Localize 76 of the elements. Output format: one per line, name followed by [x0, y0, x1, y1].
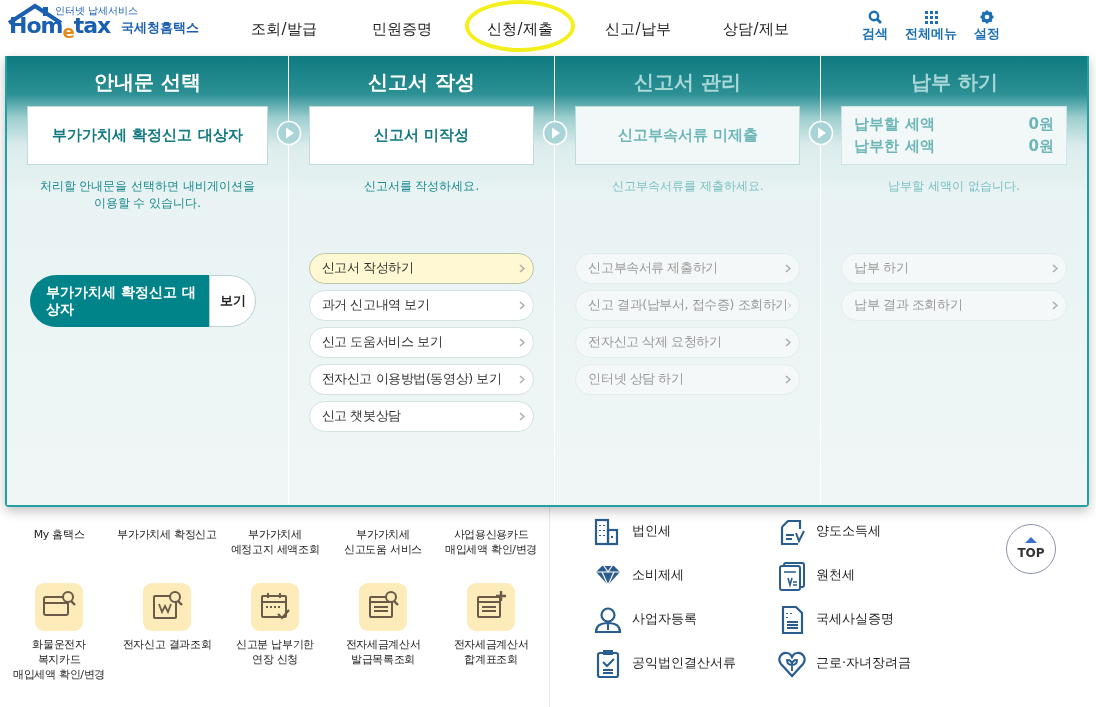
status-box: 신고부속서류 미제출	[575, 106, 801, 165]
menu-button[interactable]: 전자신고 이용방법(동영상) 보기	[308, 364, 535, 395]
calendar-check-icon	[251, 583, 299, 631]
step-description: 처리할 안내문을 선택하면 내비게이션을 이용할 수 있습니다.	[39, 178, 256, 212]
document-check-icon	[778, 517, 806, 547]
triangle-up-icon	[1024, 536, 1038, 544]
tax-link[interactable]: 근로·자녀장려금	[816, 649, 912, 677]
clipboard-check-icon	[594, 649, 622, 679]
amount-value: 0원	[1028, 114, 1054, 135]
amount-label: 납부한 세액	[854, 136, 935, 157]
nav-item[interactable]: 신청/제출	[487, 20, 553, 38]
logo-tagline: 인터넷 납세서비스	[55, 6, 139, 16]
step-description: 납부할 세액이 없습니다.	[888, 178, 1020, 195]
nav-item[interactable]: 상담/제보	[723, 20, 789, 38]
search-icon	[868, 10, 882, 24]
step-description: 신고부속서류를 제출하세요.	[612, 178, 764, 195]
tax-link[interactable]: 사업자등록	[632, 605, 697, 633]
notice-button[interactable]: 부가가치세 확정신고 대상자	[30, 275, 210, 327]
tax-link[interactable]: 법인세	[632, 517, 671, 545]
shortcut-link[interactable]: 화물운전자 복지카드 매입세액 확인/변경	[5, 637, 113, 682]
nav-item[interactable]: 신고/납부	[605, 20, 671, 38]
chevron-icon	[785, 375, 792, 384]
card-search-icon	[35, 583, 83, 631]
menu-button[interactable]: 과거 신고내역 보기	[308, 290, 535, 321]
shortcut-link[interactable]: My 홈택스	[5, 527, 113, 542]
shortcut-link[interactable]: 전자세금계산서 발급목록조회	[329, 637, 437, 667]
chevron-icon	[519, 412, 526, 421]
menu-button[interactable]: 신고 챗봇상담	[308, 401, 535, 432]
toolbar-button[interactable]: 설정	[959, 0, 1015, 44]
chevron-icon	[519, 338, 526, 347]
shortcut-link[interactable]: 전자신고 결과조회	[113, 637, 221, 652]
tax-link[interactable]: 공익법인결산서류	[632, 649, 736, 677]
shortcut-link[interactable]: 부가가치세 예정고지 세액조회	[221, 527, 329, 557]
status-box: 부가가치세 확정신고 대상자	[27, 106, 268, 165]
chevron-icon	[519, 264, 526, 273]
nav-item[interactable]: 민원증명	[372, 20, 432, 38]
tax-link[interactable]: 양도소득세	[816, 517, 881, 545]
view-button[interactable]: 보기	[209, 275, 257, 327]
step-title: 납부 하기	[910, 69, 998, 96]
chevron-icon	[1052, 301, 1058, 310]
toolbar-button[interactable]: 전체메뉴	[903, 0, 959, 44]
chevron-icon	[519, 301, 526, 310]
heart-sprout-icon	[778, 649, 806, 679]
document-search-icon	[143, 583, 191, 631]
step-title: 신고서 관리	[634, 69, 742, 96]
person-icon	[594, 605, 622, 635]
logo-name[interactable]: 국세청홈택스	[121, 18, 199, 38]
table-plus-icon	[467, 583, 515, 631]
menu-button[interactable]: 신고서 작성하기	[308, 253, 535, 284]
step-description: 신고서를 작성하세요.	[363, 178, 480, 195]
chevron-icon	[787, 301, 792, 310]
tax-link[interactable]: 원천세	[816, 561, 855, 589]
tax-link[interactable]: 국세사실증명	[816, 605, 894, 633]
receipt-icon	[778, 561, 806, 591]
amount-label: 납부할 세액	[854, 114, 935, 135]
menu-button[interactable]: 신고 도움서비스 보기	[308, 327, 535, 358]
step-title: 안내문 선택	[93, 69, 201, 96]
status-box: 신고서 미작성	[308, 106, 535, 165]
top-button[interactable]: TOP	[1006, 524, 1056, 574]
shortcut-link[interactable]: 신고분 납부기한 연장 신청	[221, 637, 329, 667]
toolbar-button[interactable]: 검색	[847, 0, 903, 44]
table-search-icon	[359, 583, 407, 631]
settings-icon	[980, 10, 994, 24]
chevron-icon	[785, 264, 792, 273]
chevron-icon	[519, 375, 526, 384]
chevron-icon	[785, 338, 792, 347]
tax-link[interactable]: 소비제세	[632, 561, 684, 589]
shortcut-link[interactable]: 사업용신용카드 매입세액 확인/변경	[437, 527, 545, 557]
amount-value: 0원	[1028, 136, 1054, 157]
shortcut-link[interactable]: 전자세금계산서 합계표조회	[437, 637, 545, 667]
nav-item[interactable]: 조회/발급	[251, 20, 317, 38]
chevron-icon	[1052, 264, 1058, 273]
grid-icon	[924, 10, 938, 24]
step-title: 신고서 작성	[367, 69, 475, 96]
shortcut-link[interactable]: 부가가치세 신고도움 서비스	[329, 527, 437, 557]
shortcut-link[interactable]: 부가가치세 확정신고	[113, 527, 221, 542]
